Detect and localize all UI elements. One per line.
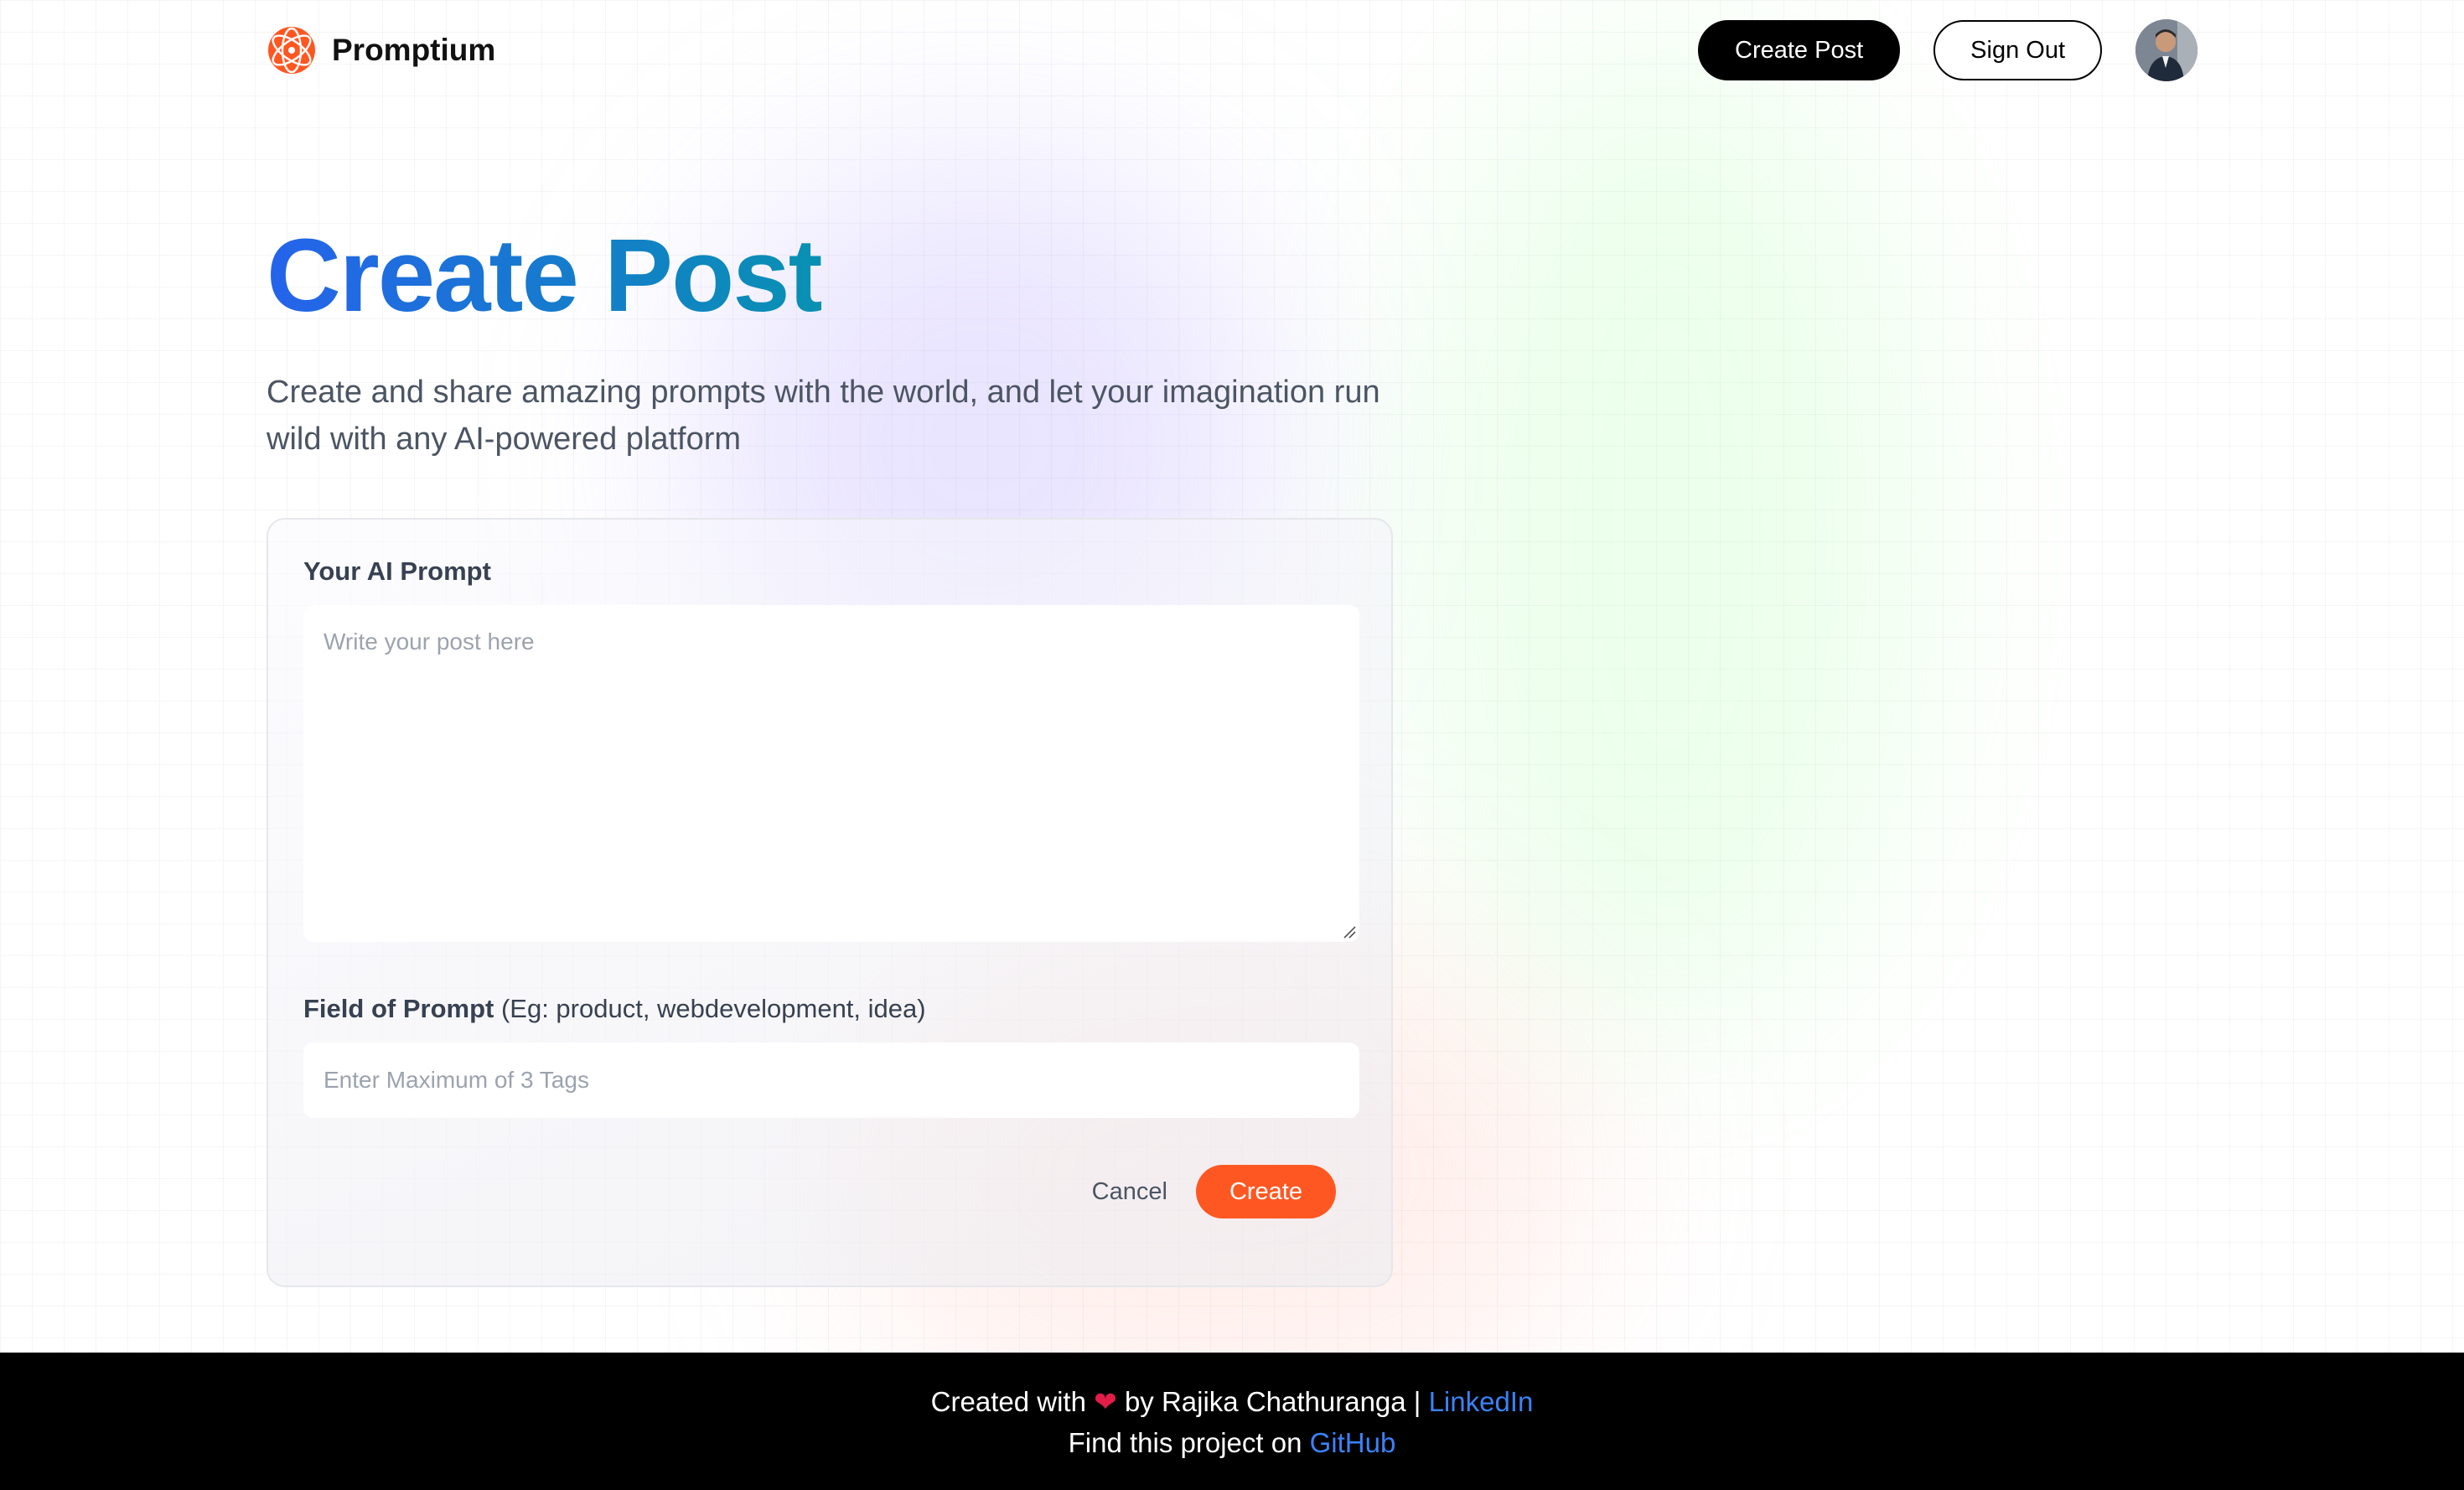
nav-actions: Create Post Sign Out <box>1698 19 2197 81</box>
footer-author: by Rajika Chathuranga | <box>1124 1386 1421 1417</box>
cancel-button[interactable]: Cancel <box>1092 1178 1167 1206</box>
sign-out-button[interactable]: Sign Out <box>1933 20 2102 80</box>
create-post-section: Create Post Create and share amazing pro… <box>267 218 1440 1287</box>
prompt-placeholder: Write your post here <box>324 629 535 654</box>
form-actions: Cancel Create <box>1092 1165 1336 1218</box>
tags-label-text: Field of Prompt <box>303 994 494 1023</box>
prompt-label: Your AI Prompt <box>303 556 491 586</box>
brand-link[interactable]: Promptium <box>267 25 495 75</box>
tags-hint: (Eg: product, webdevelopment, idea) <box>500 994 926 1023</box>
tags-input[interactable]: Enter Maximum of 3 Tags <box>303 1042 1359 1118</box>
footer: Created with ❤ by Rajika Chathuranga | L… <box>0 1353 2464 1490</box>
linkedin-link[interactable]: LinkedIn <box>1429 1386 1534 1417</box>
top-nav: Promptium Create Post Sign Out <box>267 18 2197 82</box>
heart-icon: ❤ <box>1094 1386 1117 1417</box>
footer-credit-line: Created with ❤ by Rajika Chathuranga | L… <box>0 1381 2464 1422</box>
resize-handle-icon[interactable] <box>1341 923 1356 939</box>
tags-label: Field of Prompt (Eg: product, webdevelop… <box>303 994 1356 1024</box>
create-button[interactable]: Create <box>1195 1165 1336 1218</box>
footer-project-line: Find this project on GitHub <box>0 1422 2464 1463</box>
prompt-textarea[interactable]: Write your post here <box>303 605 1359 942</box>
brand-name: Promptium <box>332 33 496 67</box>
create-post-button[interactable]: Create Post <box>1698 20 1901 80</box>
promptium-logo-icon <box>268 27 315 74</box>
background-glow-green <box>1408 34 1928 1039</box>
page-subtitle: Create and share amazing prompts with th… <box>267 375 1380 457</box>
create-post-form: Your AI Prompt Write your post here Fiel… <box>267 518 1393 1287</box>
github-link[interactable]: GitHub <box>1310 1427 1396 1458</box>
user-avatar[interactable] <box>2135 19 2197 81</box>
tags-placeholder: Enter Maximum of 3 Tags <box>324 1067 589 1093</box>
avatar-image <box>2135 19 2197 81</box>
page-title: Create Post <box>267 219 823 334</box>
footer-created-with: Created with <box>930 1386 1086 1417</box>
footer-find-project: Find this project on <box>1068 1427 1302 1458</box>
